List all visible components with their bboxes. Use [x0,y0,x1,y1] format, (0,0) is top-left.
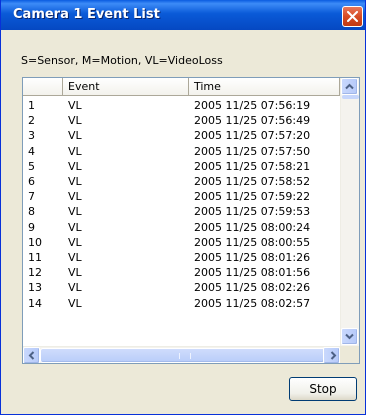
scroll-up-arrow-icon [345,83,354,90]
event-time-cell: 2005 11/25 07:59:22 [194,190,311,204]
table-row[interactable]: 1 VL 2005 11/25 07:56:19 [23,98,340,113]
column-header-time[interactable]: Time [189,78,340,96]
row-index-cell: 10 [28,235,42,249]
table-row[interactable]: 5 VL 2005 11/25 07:58:21 [23,159,340,174]
table-row[interactable]: 6 VL 2005 11/25 07:58:52 [23,174,340,189]
close-icon [347,11,358,22]
row-index-cell: 1 [28,99,35,112]
event-time-cell: 2005 11/25 07:57:50 [194,144,311,158]
event-type-cell: VL [68,251,82,264]
row-index-cell: 9 [28,220,35,234]
event-type-cell: VL [68,175,82,188]
scroll-right-arrow-icon [330,351,337,360]
event-table: Event Time 1 VL 2005 11/25 07:56:19 2 VL 2005… [22,77,360,364]
event-time-cell: 2005 11/25 08:00:24 [194,220,311,234]
event-list-window: Camera 1 Event List S=Sensor, M=Motion, … [0,0,366,415]
column-header-event[interactable]: Event [63,78,189,96]
column-header-index[interactable] [23,78,63,96]
event-type-cell: VL [68,205,82,219]
vertical-scroll-thumb[interactable] [342,95,359,99]
row-index-cell: 3 [28,129,35,143]
event-type-cell: VL [68,159,82,173]
title-bar[interactable]: Camera 1 Event List [1,0,365,30]
event-type-cell: VL [68,129,82,143]
event-time-cell: 2005 11/25 08:01:26 [194,251,311,264]
event-type-cell: VL [68,235,82,249]
table-row[interactable]: 13 VL 2005 11/25 08:02:26 [23,280,340,295]
row-index-cell: 5 [28,159,35,173]
event-type-cell: VL [68,190,82,204]
event-time-cell: 2005 11/25 08:02:57 [194,296,311,310]
event-type-legend: S=Sensor, M=Motion, VL=VideoLoss [21,54,223,67]
table-row[interactable]: 14 VL 2005 11/25 08:02:57 [23,296,340,311]
table-row[interactable]: 2 VL 2005 11/25 07:56:49 [23,113,340,128]
scroll-down-button[interactable] [341,328,358,345]
event-time-cell: 2005 11/25 07:59:53 [194,205,311,219]
table-row[interactable]: 9 VL 2005 11/25 08:00:24 [23,220,340,235]
table-row[interactable]: 3 VL 2005 11/25 07:57:20 [23,128,340,143]
table-row[interactable]: 8 VL 2005 11/25 07:59:53 [23,204,340,219]
event-type-cell: VL [68,220,82,234]
window-title: Camera 1 Event List [13,7,160,22]
event-type-cell: VL [68,99,82,112]
row-index-cell: 12 [28,266,42,280]
scroll-right-button[interactable] [323,347,340,363]
event-time-cell: 2005 11/25 08:01:56 [194,266,311,280]
row-index-cell: 11 [28,251,42,264]
event-time-cell: 2005 11/25 08:02:26 [194,281,311,295]
stop-button[interactable]: Stop [289,377,357,401]
table-header: Event Time [23,78,340,96]
scrollbar-corner [340,346,359,363]
event-time-cell: 2005 11/25 07:58:21 [194,159,311,173]
row-index-cell: 2 [28,114,35,128]
event-time-cell: 2005 11/25 07:56:49 [194,114,311,128]
event-type-cell: VL [68,144,82,158]
table-row[interactable]: 12 VL 2005 11/25 08:01:56 [23,265,340,280]
table-row[interactable]: 10 VL 2005 11/25 08:00:55 [23,235,340,250]
table-row[interactable]: 11 VL 2005 11/25 08:01:26 [23,250,340,265]
row-index-cell: 6 [28,175,35,188]
horizontal-scrollbar[interactable] [23,346,340,363]
row-index-cell: 13 [28,281,42,295]
close-button[interactable] [342,6,363,27]
row-index-cell: 4 [28,144,35,158]
event-time-cell: 2005 11/25 07:58:52 [194,175,311,188]
event-time-cell: 2005 11/25 07:57:20 [194,129,311,143]
event-type-cell: VL [68,296,82,310]
scroll-left-arrow-icon [28,351,35,360]
scroll-down-arrow-icon [345,333,354,340]
event-time-cell: 2005 11/25 08:00:55 [194,235,311,249]
row-index-cell: 14 [28,296,42,310]
event-type-cell: VL [68,281,82,295]
scroll-left-button[interactable] [23,347,40,363]
event-type-cell: VL [68,114,82,128]
event-time-cell: 2005 11/25 07:56:19 [194,99,311,112]
horizontal-scroll-thumb[interactable] [40,348,325,363]
scroll-up-button[interactable] [341,78,358,95]
scroll-thumb-grip [179,353,191,359]
event-type-cell: VL [68,266,82,280]
vertical-scrollbar[interactable] [340,78,359,346]
table-row[interactable]: 4 VL 2005 11/25 07:57:50 [23,144,340,159]
row-index-cell: 7 [28,190,35,204]
row-index-cell: 8 [28,205,35,219]
table-row[interactable]: 7 VL 2005 11/25 07:59:22 [23,189,340,204]
